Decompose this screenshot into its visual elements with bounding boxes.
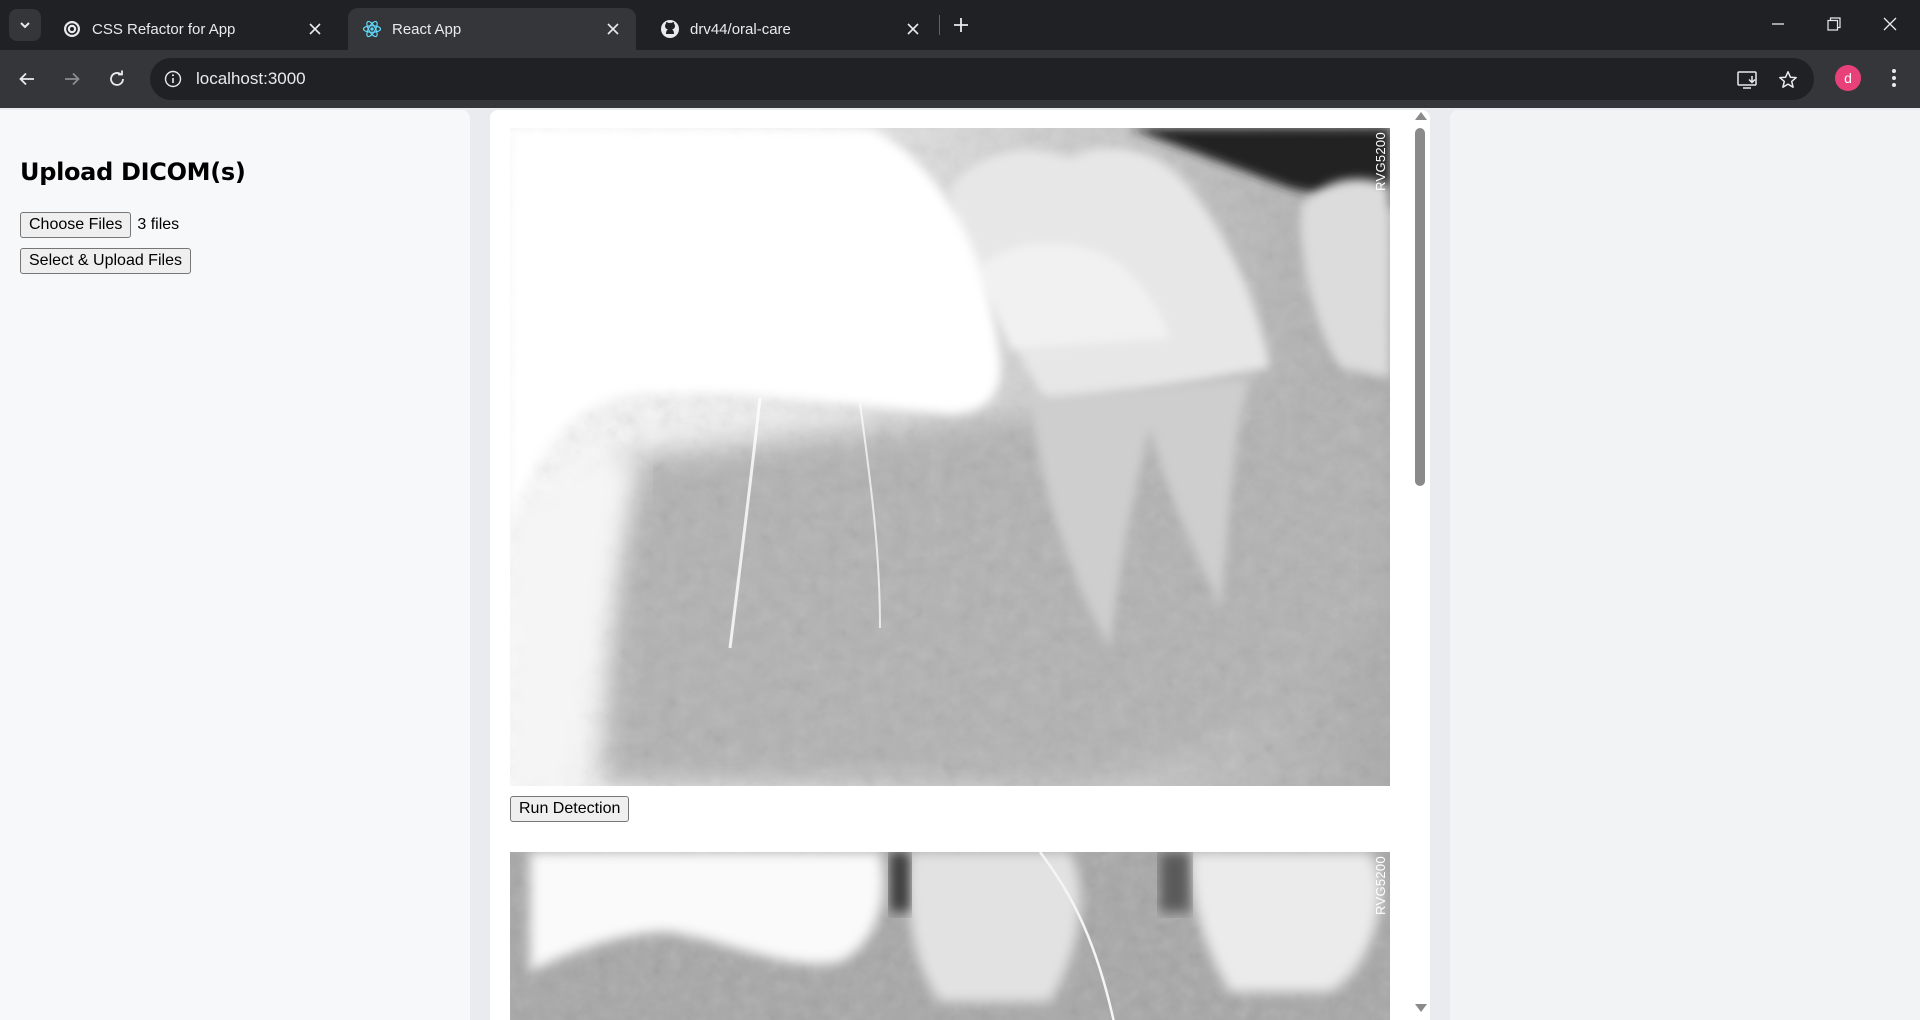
browser-tab-strip: CSS Refactor for App React App drv44/ora… <box>0 0 1920 50</box>
profile-avatar[interactable]: d <box>1835 65 1861 91</box>
xray-watermark: RVG5200 <box>1373 132 1388 191</box>
reload-icon <box>110 70 124 86</box>
close-icon <box>1883 17 1897 31</box>
arrow-right-icon <box>65 72 80 86</box>
more-menu-icon[interactable] <box>1880 64 1908 92</box>
scroll-down-arrow-icon[interactable] <box>1415 1004 1427 1012</box>
back-button[interactable] <box>10 62 44 96</box>
tab-search-button[interactable] <box>9 9 41 41</box>
run-detection-button[interactable]: Run Detection <box>510 796 630 822</box>
dental-xray-image: RVG5200 <box>510 128 1390 786</box>
restore-button[interactable] <box>1806 0 1862 48</box>
bookmark-star-icon[interactable] <box>1776 68 1800 92</box>
github-icon <box>660 19 680 39</box>
choose-files-button[interactable]: Choose Files <box>20 212 132 238</box>
tab-title: CSS Refactor for App <box>92 20 236 38</box>
tab-react-app[interactable]: React App <box>348 8 636 50</box>
image-viewer-panel: RVG5200 Run Detection RVG5200 <box>490 110 1430 1020</box>
tab-title: drv44/oral-care <box>690 20 791 38</box>
main-scrollbar[interactable] <box>1410 108 1430 1020</box>
tab-separator <box>939 15 940 35</box>
minimize-icon <box>1772 23 1784 25</box>
chevron-down-icon <box>20 22 30 29</box>
upload-heading: Upload DICOM(s) <box>20 158 246 186</box>
scrollbar-thumb[interactable] <box>1415 128 1425 486</box>
site-info-icon[interactable] <box>162 68 184 90</box>
react-icon <box>362 19 382 39</box>
file-count-text: 3 files <box>137 216 180 233</box>
xray-watermark: RVG5200 <box>1373 856 1388 915</box>
forward-button[interactable] <box>55 62 89 96</box>
openai-icon <box>62 19 82 39</box>
close-icon[interactable] <box>602 18 624 40</box>
upload-sidebar: Upload DICOM(s) Choose Files 3 files Sel… <box>0 110 470 1020</box>
dental-xray-image: RVG5200 <box>510 852 1390 1020</box>
address-bar[interactable]: localhost:3000 <box>150 58 1814 100</box>
results-panel <box>1450 110 1920 1020</box>
restore-icon <box>1827 17 1841 31</box>
close-window-button[interactable] <box>1862 0 1918 48</box>
browser-toolbar: localhost:3000 d <box>0 50 1920 108</box>
arrow-left-icon <box>19 72 34 86</box>
reload-button[interactable] <box>100 62 134 96</box>
install-app-icon[interactable] <box>1736 68 1760 92</box>
close-icon[interactable] <box>902 18 924 40</box>
url-text[interactable]: localhost:3000 <box>196 69 306 89</box>
tab-css-refactor[interactable]: CSS Refactor for App <box>48 8 338 50</box>
new-tab-button[interactable] <box>946 10 976 40</box>
close-icon[interactable] <box>304 18 326 40</box>
file-input[interactable]: Choose Files 3 files <box>20 212 179 238</box>
scroll-up-arrow-icon[interactable] <box>1415 112 1427 120</box>
plus-icon <box>954 18 968 32</box>
select-upload-files-button[interactable]: Select & Upload Files <box>20 248 191 274</box>
page-viewport: Upload DICOM(s) Choose Files 3 files Sel… <box>0 108 1920 1020</box>
tab-github-oral-care[interactable]: drv44/oral-care <box>646 8 936 50</box>
minimize-button[interactable] <box>1750 0 1806 48</box>
tab-title: React App <box>392 20 462 38</box>
